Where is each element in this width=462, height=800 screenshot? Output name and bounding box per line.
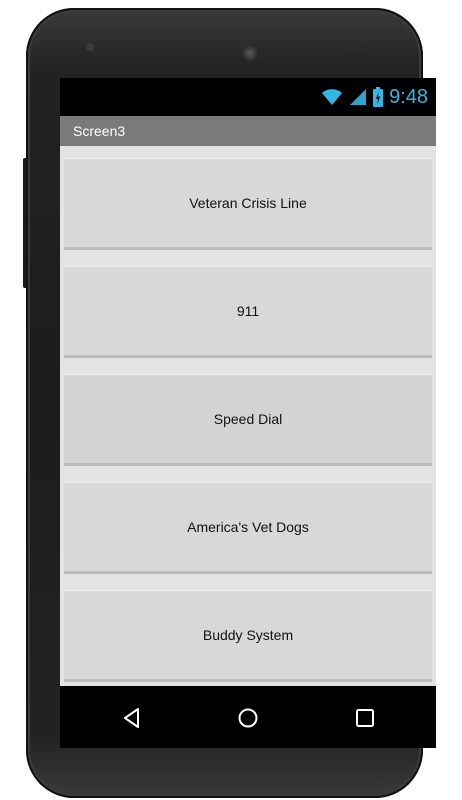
power-button bbox=[23, 158, 27, 288]
cellular-signal-icon bbox=[350, 89, 367, 105]
back-icon[interactable] bbox=[120, 706, 144, 730]
buddy-system-button[interactable]: Buddy System bbox=[64, 590, 432, 682]
americas-vet-dogs-button[interactable]: America's Vet Dogs bbox=[64, 482, 432, 574]
earpiece-speaker bbox=[86, 43, 94, 51]
phone-frame: 9:48 Screen3 Veteran Crisis Line 911 Spe… bbox=[23, 8, 436, 798]
front-camera bbox=[242, 45, 260, 63]
battery-icon bbox=[373, 87, 384, 107]
veteran-crisis-line-button[interactable]: Veteran Crisis Line bbox=[64, 158, 432, 250]
wifi-icon bbox=[322, 89, 343, 105]
status-time: 9:48 bbox=[389, 86, 428, 108]
recents-icon[interactable] bbox=[353, 706, 377, 730]
device-screen: 9:48 Screen3 Veteran Crisis Line 911 Spe… bbox=[60, 78, 436, 748]
home-icon[interactable] bbox=[236, 706, 260, 730]
screen-title: Screen3 bbox=[73, 123, 126, 139]
status-bar: 9:48 bbox=[60, 78, 436, 116]
proximity-sensor bbox=[346, 46, 351, 51]
light-sensor bbox=[356, 46, 361, 51]
911-button[interactable]: 911 bbox=[64, 266, 432, 358]
screen-content: Veteran Crisis Line 911 Speed Dial Ameri… bbox=[60, 146, 436, 686]
title-bar: Screen3 bbox=[60, 116, 436, 146]
navigation-bar bbox=[60, 686, 436, 748]
speed-dial-button[interactable]: Speed Dial bbox=[64, 374, 432, 466]
